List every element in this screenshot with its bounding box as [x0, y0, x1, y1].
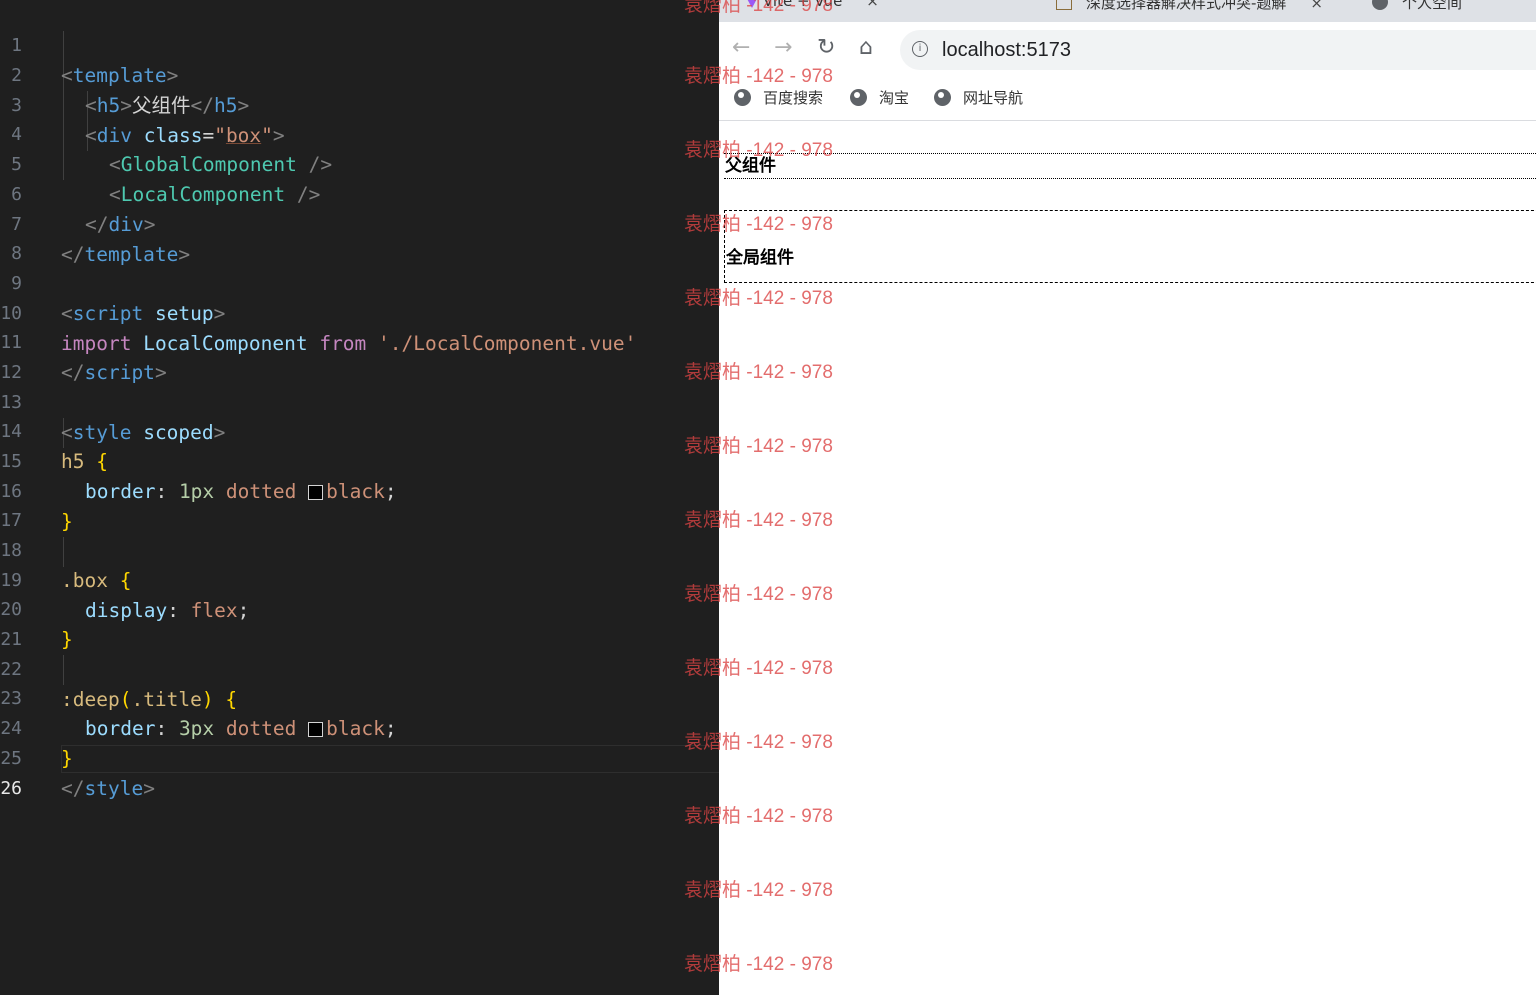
watermark: 袁熠柏 -142 - 978 — [684, 658, 833, 679]
watermark: 袁熠柏 -142 - 978 — [684, 362, 833, 383]
line-number: 26 — [0, 778, 22, 799]
code-line[interactable]: 14 h5 { — [0, 387, 719, 473]
globe-icon — [1372, 0, 1388, 10]
watermark: 袁熠柏 -142 - 978 — [684, 880, 833, 901]
code-editor[interactable]: 1 <template> 2 <h5>父组件</h5> 3 <div class… — [0, 0, 719, 995]
globe-icon — [934, 89, 951, 106]
bookmarks-bar: 百度搜索 淘宝 网址导航 — [719, 78, 1536, 121]
forward-arrow-icon[interactable]: → — [774, 34, 792, 62]
code-line[interactable]: 20 } — [0, 565, 719, 651]
globe-icon — [734, 89, 751, 106]
code-line[interactable]: 8 — [0, 209, 719, 264]
image-icon — [1056, 0, 1072, 10]
info-icon[interactable]: i — [912, 41, 928, 57]
global-component-title: 全局组件 — [726, 248, 794, 268]
box-container: 全局组件 — [724, 210, 1536, 283]
code-line[interactable]: 19 display: flex; — [0, 536, 719, 622]
code-line[interactable]: 1 <template> — [0, 1, 719, 87]
code-line[interactable]: 18 .box { — [0, 506, 719, 592]
tab-strip: Vite + Vue × 深度选择器解决样式冲突-题解 × 个人空间 — [719, 0, 1536, 22]
browser-window: Vite + Vue × 深度选择器解决样式冲突-题解 × 个人空间 ← → ↻ ⌂… — [719, 0, 1536, 995]
watermark: 袁熠柏 -142 - 978 — [684, 584, 833, 605]
page-viewport: 父组件 全局组件 — [719, 121, 1536, 995]
close-icon[interactable]: × — [1310, 0, 1323, 12]
parent-component-heading: 父组件 — [724, 153, 1536, 179]
code-line[interactable]: 13 <style scoped> — [0, 358, 719, 444]
code-line[interactable]: 3 <div class="box"> — [0, 61, 719, 147]
watermark: 袁熠柏 -142 - 978 — [684, 732, 833, 753]
browser-toolbar: ← → ↻ ⌂ i localhost:5173 — [719, 22, 1536, 78]
watermark: 袁熠柏 -142 - 978 — [684, 806, 833, 827]
code-line[interactable]: 11 </script> — [0, 298, 719, 384]
watermark: 袁熠柏 -142 - 978 — [684, 288, 833, 309]
watermark: 袁熠柏 -142 - 978 — [684, 66, 833, 87]
code-line[interactable]: 12 — [0, 328, 719, 383]
reload-icon[interactable]: ↻ — [817, 34, 835, 62]
code-line[interactable]: 5 <LocalComponent /> — [0, 120, 719, 206]
code-line[interactable]: 24 } — [0, 684, 719, 770]
watermark: 袁熠柏 -142 - 978 — [684, 0, 833, 16]
code-line[interactable]: 17 — [0, 476, 719, 531]
watermark: 袁熠柏 -142 - 978 — [684, 140, 833, 161]
code-line[interactable]: 25 </style> — [0, 714, 719, 800]
code-line[interactable]: 2 <h5>父组件</h5> — [0, 31, 719, 117]
watermark: 袁熠柏 -142 - 978 — [684, 954, 833, 975]
code-line[interactable]: 6 </div> — [0, 150, 719, 236]
watermark: 袁熠柏 -142 - 978 — [684, 214, 833, 235]
code-line[interactable]: 4 <GlobalComponent /> — [0, 90, 719, 176]
code-line[interactable]: 26 — [0, 744, 719, 799]
home-icon[interactable]: ⌂ — [859, 34, 873, 62]
tab-deep-selector[interactable]: 深度选择器解决样式冲突-题解 × — [1056, 0, 1323, 18]
code-line[interactable]: 10 import LocalComponent from './LocalCo… — [0, 269, 719, 355]
address-bar[interactable]: i localhost:5173 — [900, 30, 1536, 70]
tab-personal-space[interactable]: 个人空间 — [1372, 0, 1462, 18]
bookmark-baidu[interactable]: 百度搜索 — [734, 87, 823, 108]
code-line[interactable]: 7 </template> — [0, 180, 719, 266]
bookmark-nav[interactable]: 网址导航 — [934, 87, 1023, 108]
bookmark-taobao[interactable]: 淘宝 — [850, 87, 909, 108]
globe-icon — [850, 89, 867, 106]
close-icon[interactable]: × — [866, 0, 879, 10]
code-line[interactable]: 23 border: 3px dotted black; — [0, 654, 719, 740]
code-line[interactable]: 9 <script setup> — [0, 239, 719, 325]
watermark: 袁熠柏 -142 - 978 — [684, 510, 833, 531]
url-text[interactable]: localhost:5173 — [942, 36, 1071, 64]
code-line[interactable]: 15 border: 1px dotted black; — [0, 417, 719, 503]
code-line[interactable]: 22 :deep(.title) { — [0, 625, 719, 711]
watermark: 袁熠柏 -142 - 978 — [684, 436, 833, 457]
code-line[interactable]: 21 — [0, 595, 719, 650]
back-arrow-icon[interactable]: ← — [732, 34, 750, 62]
code-line[interactable]: 16 } — [0, 447, 719, 533]
